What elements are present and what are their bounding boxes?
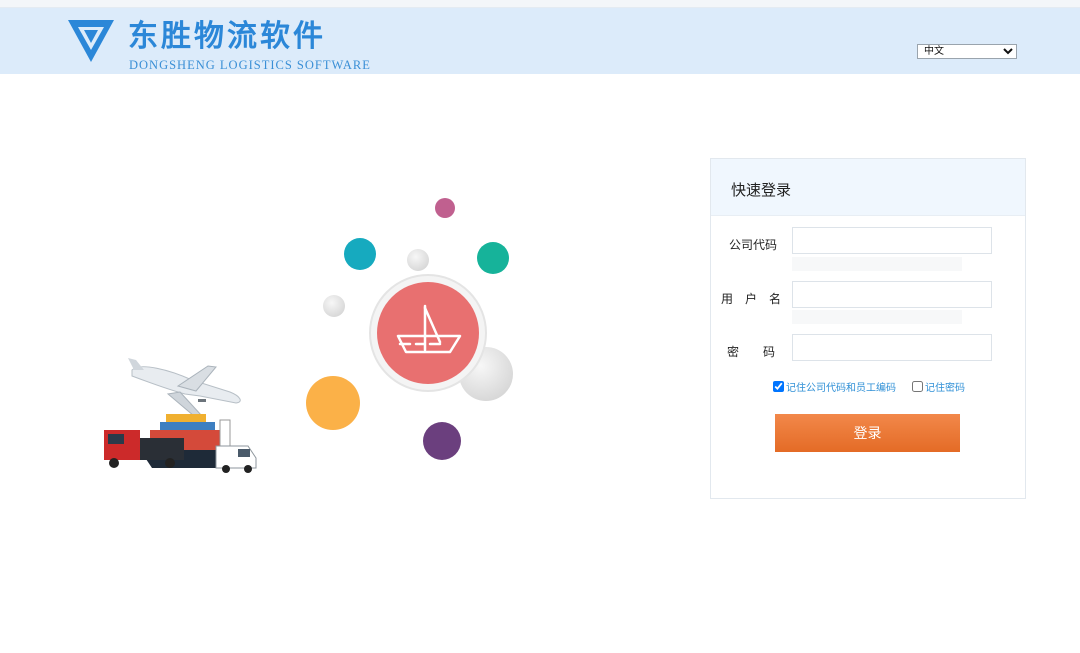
green-bubble-fill xyxy=(477,242,509,274)
remember-password-checkbox[interactable] xyxy=(912,381,923,392)
remember-password-option[interactable]: 记住密码 xyxy=(912,379,965,394)
grey-bubble xyxy=(407,249,429,271)
username-label: 用 户 名 xyxy=(721,292,782,306)
company-code-input[interactable] xyxy=(792,227,992,254)
pink-bubble-fill xyxy=(435,198,455,218)
teal-bubble-fill xyxy=(344,238,376,270)
logistics-illustration xyxy=(104,196,513,473)
password-input[interactable] xyxy=(792,334,992,361)
header: 东胜物流软件 DONGSHENG LOGISTICS SOFTWARE 中文 xyxy=(0,8,1080,74)
top-strip xyxy=(0,0,1080,8)
remember-password-label: 记住密码 xyxy=(925,383,965,394)
orange-bubble-fill xyxy=(306,376,360,430)
remember-company-checkbox[interactable] xyxy=(773,381,784,392)
purple-bubble-fill xyxy=(423,422,461,460)
remember-company-option[interactable]: 记住公司代码和员工编码 xyxy=(773,379,896,394)
brand-name-en: DONGSHENG LOGISTICS SOFTWARE xyxy=(129,58,371,72)
brand-logo: 东胜物流软件 DONGSHENG LOGISTICS SOFTWARE xyxy=(66,16,370,72)
login-button[interactable]: 登录 xyxy=(775,414,960,452)
login-panel: 快速登录 公司代码 用 户 名 密 码 记住公司代码和员工编码 记住密码 登录 xyxy=(710,158,1026,499)
username-input[interactable] xyxy=(792,281,992,308)
username-hint xyxy=(792,310,962,324)
password-label: 密 码 xyxy=(727,345,776,359)
language-select[interactable]: 中文 xyxy=(917,44,1017,59)
remember-company-label: 记住公司代码和员工编码 xyxy=(786,383,896,394)
company-code-hint xyxy=(792,257,962,271)
airplane-icon xyxy=(128,358,241,417)
diamond-logo-icon xyxy=(68,20,114,62)
login-title: 快速登录 xyxy=(731,181,792,199)
company-code-label: 公司代码 xyxy=(729,238,778,252)
center-bubble xyxy=(377,282,479,384)
van-icon xyxy=(215,445,257,473)
brand-name-cn: 东胜物流软件 xyxy=(128,19,326,54)
grey-bubble xyxy=(323,295,345,317)
